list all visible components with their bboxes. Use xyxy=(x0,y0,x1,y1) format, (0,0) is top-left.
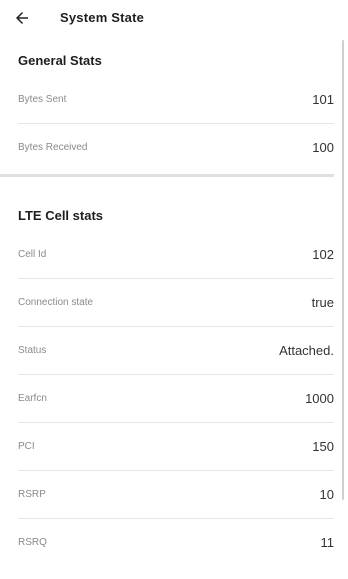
stat-label: Cell Id xyxy=(18,249,47,260)
stat-label: Status xyxy=(18,345,47,356)
section-title: General Stats xyxy=(18,53,102,68)
stat-label: RSRP xyxy=(18,489,46,500)
stat-value: true xyxy=(311,295,334,310)
stat-label: PCI xyxy=(18,441,35,452)
lte-cell-stats-section: LTE Cell stats Cell Id 102 Connection st… xyxy=(0,177,348,566)
stat-row-connection-state: Connection state true xyxy=(18,279,334,327)
stat-label: Connection state xyxy=(18,297,94,308)
page-title: System State xyxy=(60,10,145,25)
stat-label: Bytes Sent xyxy=(18,94,67,105)
app-bar: System State xyxy=(0,0,348,38)
stat-value: 11 xyxy=(320,535,335,550)
stat-value: 10 xyxy=(319,487,334,502)
stat-row-cell-id: Cell Id 102 xyxy=(18,231,334,279)
system-state-screen: System State General Stats Bytes Sent 10… xyxy=(0,0,348,579)
stat-row-rsrp: RSRP 10 xyxy=(18,471,334,519)
stat-row-rsrq: RSRQ 11 xyxy=(18,519,334,566)
stat-value: 102 xyxy=(312,247,334,262)
stats-content[interactable]: General Stats Bytes Sent 101 Bytes Recei… xyxy=(0,38,348,579)
section-title: LTE Cell stats xyxy=(18,208,104,223)
general-stats-section: General Stats Bytes Sent 101 Bytes Recei… xyxy=(0,38,348,171)
stat-row-pci: PCI 150 xyxy=(18,423,334,471)
stat-value: 100 xyxy=(312,140,334,155)
stat-row-status: Status Attached. xyxy=(18,327,334,375)
stat-value: Attached. xyxy=(279,343,334,358)
stat-label: Earfcn xyxy=(18,393,47,404)
stat-value: 101 xyxy=(312,92,334,107)
arrow-left-icon xyxy=(16,12,28,24)
scrollbar[interactable] xyxy=(342,40,344,500)
stat-value: 1000 xyxy=(305,391,334,406)
stat-row-earfcn: Earfcn 1000 xyxy=(18,375,334,423)
stat-label: Bytes Received xyxy=(18,142,88,153)
stat-row-bytes-sent: Bytes Sent 101 xyxy=(18,76,334,124)
stat-label: RSRQ xyxy=(18,537,47,548)
stat-row-bytes-received: Bytes Received 100 xyxy=(18,124,334,171)
stat-value: 150 xyxy=(312,439,334,454)
back-button[interactable] xyxy=(8,4,36,32)
